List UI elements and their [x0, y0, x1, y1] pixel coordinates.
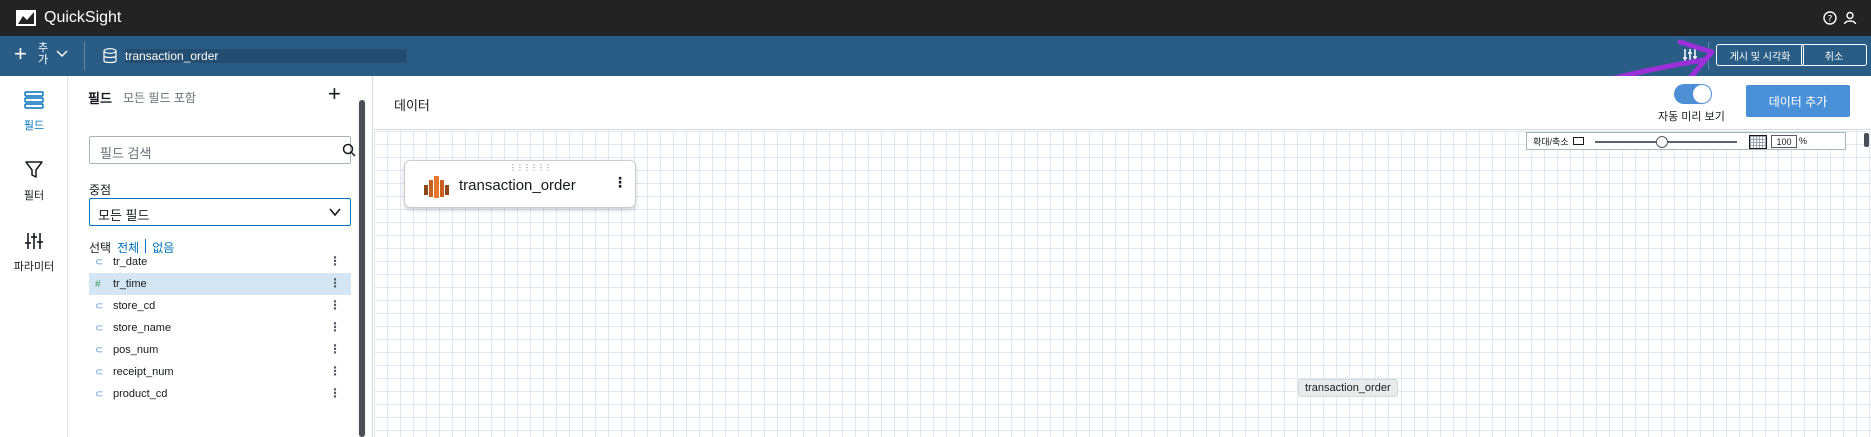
- more-options-icon[interactable]: ⋮: [329, 276, 341, 290]
- drag-handle-icon[interactable]: ⋮⋮⋮⋮⋮⋮: [509, 163, 552, 172]
- field-name: pos_num: [113, 344, 159, 356]
- string-type-icon: ⊂: [95, 366, 104, 378]
- auto-preview-toggle[interactable]: [1674, 84, 1712, 104]
- string-type-icon: ⊂: [95, 300, 104, 312]
- parameters-icon: [25, 233, 43, 249]
- chevron-down-icon: [329, 208, 341, 217]
- database-icon: [103, 48, 117, 64]
- more-options-icon[interactable]: ⋮: [613, 174, 627, 191]
- zoom-unit: %: [1799, 136, 1808, 146]
- plus-icon: +: [14, 41, 27, 66]
- svg-text:?: ?: [1828, 15, 1833, 25]
- more-options-icon[interactable]: ⋮: [329, 254, 341, 268]
- chevron-down-icon: [56, 50, 68, 57]
- nav-item-filter[interactable]: 필터: [0, 160, 68, 203]
- nav-label-parameters: 파라미터: [13, 261, 55, 273]
- more-options-icon[interactable]: ⋮: [329, 364, 341, 378]
- field-name: store_cd: [113, 300, 156, 312]
- nav-label-filter: 필터: [23, 190, 45, 202]
- app-title[interactable]: QuickSight: [44, 9, 121, 27]
- string-type-icon: ⊂: [95, 322, 104, 334]
- settings-sliders-icon[interactable]: [1680, 46, 1700, 66]
- focus-select-value: 모든 필드: [98, 208, 150, 223]
- cancel-button[interactable]: 취소: [1801, 44, 1867, 66]
- filter-icon: [25, 161, 43, 178]
- toolbar-divider: [1708, 42, 1709, 70]
- dataset-node-card[interactable]: ⋮⋮⋮⋮⋮⋮ transaction_order ⋮: [404, 160, 636, 208]
- field-row[interactable]: # tr_time ⋮: [89, 273, 351, 295]
- add-data-button[interactable]: 데이터 추가: [1746, 85, 1850, 117]
- field-row[interactable]: ⊂ product_cd ⋮: [89, 383, 351, 405]
- toolbar-divider: [84, 42, 85, 70]
- help-icon[interactable]: ?: [1823, 11, 1837, 25]
- search-icon[interactable]: [342, 143, 356, 157]
- fit-screen-icon[interactable]: [1572, 137, 1584, 145]
- field-name: receipt_num: [113, 366, 174, 378]
- panel-subtitle: 모든 필드 포함: [123, 91, 196, 105]
- zoom-control: 확대/축소 100 %: [1526, 132, 1846, 150]
- number-type-icon: #: [95, 278, 101, 290]
- add-field-button[interactable]: +: [328, 81, 341, 107]
- quicksight-logo-icon[interactable]: [16, 10, 36, 26]
- nav-item-parameters[interactable]: 파라미터: [0, 231, 68, 274]
- dataset-node-label: transaction_order: [459, 177, 576, 194]
- panel-scrollbar[interactable]: [359, 100, 365, 437]
- fields-panel: 필드 모든 필드 포함 + 필드 검색 중점 모든 필드 선택 전체 없음 ⊂ …: [70, 76, 373, 437]
- field-name: store_name: [113, 322, 172, 334]
- field-row[interactable]: ⊂ store_name ⋮: [89, 317, 351, 339]
- add-button[interactable]: + 추가: [14, 42, 68, 66]
- node-tooltip: transaction_order: [1298, 379, 1398, 397]
- field-name: tr_date: [113, 256, 148, 268]
- fields-icon: [24, 91, 44, 109]
- dataset-name-input[interactable]: transaction_order: [125, 49, 407, 63]
- canvas-header: 데이터 자동 미리 보기 데이터 추가: [374, 76, 1871, 130]
- more-options-icon[interactable]: ⋮: [329, 320, 341, 334]
- canvas-title: 데이터: [394, 98, 430, 113]
- zoom-percent-input[interactable]: 100: [1771, 135, 1797, 148]
- string-type-icon: ⊂: [95, 344, 104, 356]
- field-list: ⊂ tr_date ⋮ # tr_time ⋮ ⊂ store_cd ⋮ ⊂ s…: [89, 251, 351, 405]
- focus-select[interactable]: 모든 필드: [89, 198, 351, 226]
- top-bar: QuickSight ?: [0, 0, 1871, 36]
- redshift-icon: [424, 176, 449, 198]
- field-search-input[interactable]: 필드 검색: [89, 136, 351, 164]
- nav-item-fields[interactable]: 필드: [0, 90, 68, 133]
- canvas-scrollbar[interactable]: [1864, 133, 1869, 147]
- focus-label: 중점: [89, 183, 112, 197]
- data-canvas: 데이터 자동 미리 보기 데이터 추가 확대/축소 100 % ⋮⋮⋮⋮⋮⋮ t…: [374, 76, 1871, 437]
- more-options-icon[interactable]: ⋮: [329, 342, 341, 356]
- user-icon[interactable]: [1843, 11, 1857, 25]
- field-name: product_cd: [113, 388, 168, 400]
- string-type-icon: ⊂: [95, 256, 104, 268]
- toggle-knob: [1693, 85, 1711, 103]
- grid-toggle-icon[interactable]: [1749, 135, 1767, 149]
- more-options-icon[interactable]: ⋮: [329, 298, 341, 312]
- field-row[interactable]: ⊂ pos_num ⋮: [89, 339, 351, 361]
- toolbar: + 추가 transaction_order 게시 및 시각화 취소: [0, 36, 1871, 76]
- publish-and-visualize-button[interactable]: 게시 및 시각화: [1716, 44, 1804, 66]
- auto-preview-label: 자동 미리 보기: [1658, 111, 1725, 123]
- nav-label-fields: 필드: [23, 120, 45, 132]
- zoom-label: 확대/축소: [1533, 136, 1569, 147]
- string-type-icon: ⊂: [95, 388, 104, 400]
- panel-title: 필드: [88, 91, 112, 106]
- left-nav: 필드 필터 파라미터: [0, 76, 68, 437]
- add-label: 추가: [38, 42, 49, 66]
- field-row[interactable]: ⊂ receipt_num ⋮: [89, 361, 351, 383]
- more-options-icon[interactable]: ⋮: [329, 386, 341, 400]
- field-name: tr_time: [113, 278, 147, 290]
- zoom-slider-thumb[interactable]: [1655, 136, 1668, 148]
- field-row[interactable]: ⊂ tr_date ⋮: [89, 251, 351, 273]
- field-row[interactable]: ⊂ store_cd ⋮: [89, 295, 351, 317]
- top-right-icons: ?: [1823, 11, 1857, 25]
